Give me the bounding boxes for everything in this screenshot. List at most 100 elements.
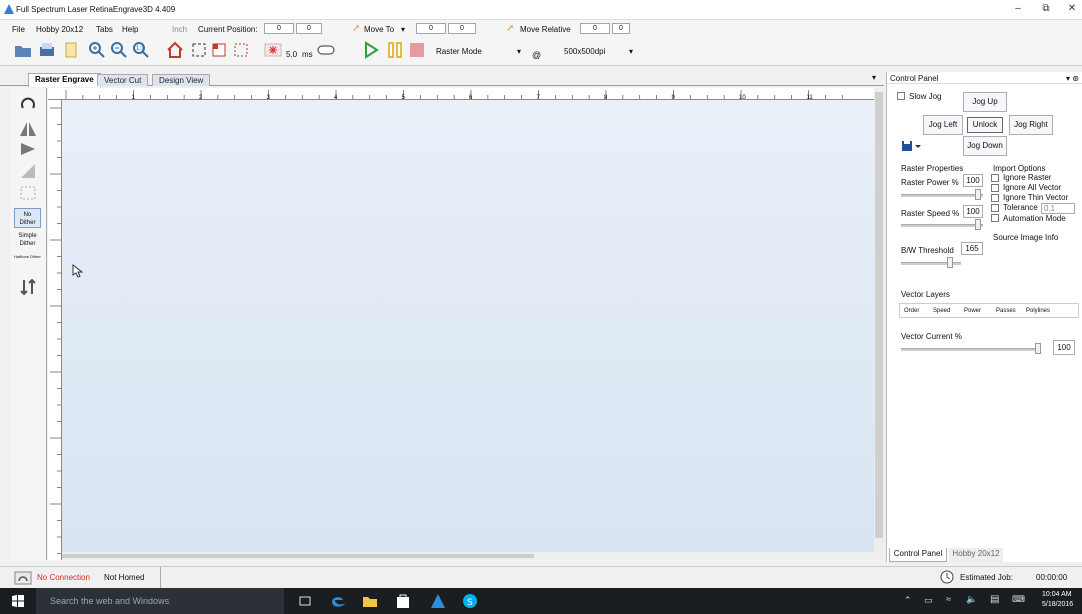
svg-text:S: S — [467, 598, 473, 608]
menu-hobby[interactable]: Hobby 20x12 — [36, 25, 83, 34]
tolerance-checkbox[interactable] — [991, 204, 999, 212]
move-relative-button[interactable]: Move Relative — [520, 25, 571, 34]
keyboard-icon[interactable]: ⌨ — [1012, 594, 1025, 605]
simple-dither-button[interactable]: Simple Dither — [14, 232, 41, 250]
vector-layers-label: Vector Layers — [901, 290, 950, 299]
tab-list-icon[interactable]: ▾ — [872, 73, 876, 82]
menu-help[interactable]: Help — [122, 25, 138, 34]
taskbar-search[interactable]: Search the web and Windows — [36, 588, 284, 614]
battery-icon[interactable]: ▭ — [924, 595, 933, 606]
invert-icon[interactable] — [18, 162, 38, 180]
bw-threshold-input[interactable]: 165 — [961, 242, 983, 255]
task-view-icon[interactable] — [298, 595, 312, 607]
moveto-x-input[interactable]: 0 — [416, 23, 446, 34]
dpi-select[interactable]: 500x500dpi ▾ — [560, 45, 636, 58]
design-canvas[interactable] — [62, 100, 874, 552]
skype-icon[interactable]: S — [462, 593, 478, 609]
maximize-icon[interactable]: ⧉ — [1036, 3, 1056, 14]
app-logo-icon — [4, 4, 14, 14]
zoom-in-icon[interactable] — [88, 41, 106, 59]
at-label: @ — [532, 50, 542, 60]
halftone-dither-button[interactable]: Halftone Dither — [14, 254, 41, 270]
raster-speed-slider[interactable] — [901, 224, 983, 227]
menu-file[interactable]: File — [12, 25, 25, 34]
raster-power-input[interactable]: 100 — [963, 174, 983, 187]
save-icon[interactable] — [901, 140, 923, 152]
close-icon[interactable]: ✕ — [1062, 3, 1082, 14]
file-explorer-icon[interactable] — [362, 594, 378, 608]
flip-vertical-icon[interactable] — [18, 140, 38, 158]
vector-current-thumb[interactable] — [1035, 343, 1041, 354]
jog-up-button[interactable]: Jog Up — [963, 92, 1007, 112]
tab-control-panel[interactable]: Control Panel — [889, 548, 947, 562]
laser-fire-icon[interactable] — [264, 41, 282, 59]
raster-speed-thumb[interactable] — [975, 219, 981, 230]
taskbar-time[interactable]: 10:04 AM — [1042, 591, 1072, 598]
retinaengrave-icon[interactable] — [430, 593, 446, 609]
wifi-icon[interactable]: ≈ — [946, 594, 951, 604]
no-dither-button[interactable]: No Dither — [14, 208, 41, 228]
stop-icon[interactable] — [408, 41, 426, 59]
zoom-out-icon[interactable] — [110, 41, 128, 59]
move-to-button[interactable]: Move To — [364, 25, 394, 34]
open-folder-icon[interactable] — [14, 41, 32, 59]
moveto-y-input[interactable]: 0 — [448, 23, 476, 34]
mouse-cursor-icon — [72, 264, 84, 278]
menu-tabs[interactable]: Tabs — [96, 25, 113, 34]
moverel-y-input[interactable]: 0 — [612, 23, 630, 34]
ignore-all-vector-checkbox[interactable] — [991, 184, 999, 192]
tab-raster-engrave[interactable]: Raster Engrave — [28, 73, 101, 87]
jog-left-button[interactable]: Jog Left — [923, 115, 963, 135]
raster-speed-input[interactable]: 100 — [963, 205, 983, 218]
moverel-x-input[interactable]: 0 — [580, 23, 610, 34]
grid-icon[interactable] — [232, 41, 250, 59]
tab-hobby[interactable]: Hobby 20x12 — [949, 548, 1003, 562]
store-icon[interactable] — [396, 593, 410, 609]
edge-icon[interactable] — [330, 593, 346, 609]
tab-vector-cut[interactable]: Vector Cut — [97, 74, 149, 86]
vertical-scrollbar[interactable] — [874, 88, 884, 560]
tab-design-view[interactable]: Design View — [152, 74, 211, 86]
play-icon[interactable] — [362, 41, 380, 59]
automation-mode-checkbox[interactable] — [991, 214, 999, 222]
jog-right-button[interactable]: Jog Right — [1009, 115, 1053, 135]
taskbar-date[interactable]: 5/18/2016 — [1042, 601, 1073, 608]
raster-power-thumb[interactable] — [975, 189, 981, 200]
new-file-icon[interactable] — [62, 41, 80, 59]
vector-current-slider[interactable] — [901, 348, 1041, 351]
tray-chevron-icon[interactable]: ⌃ — [904, 595, 912, 606]
current-y: 0 — [296, 23, 322, 34]
horizontal-scrollbar[interactable] — [62, 552, 874, 560]
unlock-button[interactable]: Unlock — [967, 117, 1003, 133]
bw-threshold-thumb[interactable] — [947, 257, 953, 268]
home-icon[interactable] — [166, 41, 184, 59]
pulse-value[interactable]: 5.0 — [286, 50, 297, 59]
col-order: Order — [904, 308, 920, 314]
slow-jog-checkbox[interactable] — [897, 92, 905, 100]
zoom-fit-icon[interactable]: 1:1 — [132, 41, 150, 59]
mode-select[interactable]: Raster Mode ▾ — [432, 45, 524, 58]
vector-current-input[interactable]: 100 — [1053, 340, 1075, 355]
ignore-thin-vector-checkbox[interactable] — [991, 194, 999, 202]
document-tabs: Raster Engrave Vector Cut Design View ▾ — [0, 70, 884, 87]
raster-speed-label: Raster Speed % — [901, 209, 960, 218]
pause-icon[interactable] — [386, 41, 404, 59]
chevron-down-icon[interactable]: ▾ — [401, 25, 405, 34]
crop-icon[interactable] — [18, 184, 38, 202]
raster-power-slider[interactable] — [901, 194, 983, 197]
corner-icon[interactable] — [210, 41, 228, 59]
import-icon[interactable] — [38, 41, 56, 59]
volume-icon[interactable]: 🔈 — [966, 594, 977, 605]
pin-icon[interactable]: ▾ ⊛ — [1066, 74, 1079, 83]
pulse-toggle-icon[interactable] — [317, 41, 335, 59]
frame-icon[interactable] — [190, 41, 208, 59]
notification-icon[interactable]: ▤ — [990, 594, 999, 605]
rotate-icon[interactable] — [18, 94, 38, 112]
sort-arrows-icon[interactable] — [18, 278, 38, 296]
windows-start-icon[interactable] — [12, 595, 24, 607]
tolerance-input[interactable]: 0.1 — [1041, 203, 1075, 214]
jog-down-button[interactable]: Jog Down — [963, 136, 1007, 156]
ignore-raster-checkbox[interactable] — [991, 174, 999, 182]
minimize-icon[interactable]: – — [1008, 3, 1028, 14]
flip-horizontal-icon[interactable] — [18, 120, 38, 138]
